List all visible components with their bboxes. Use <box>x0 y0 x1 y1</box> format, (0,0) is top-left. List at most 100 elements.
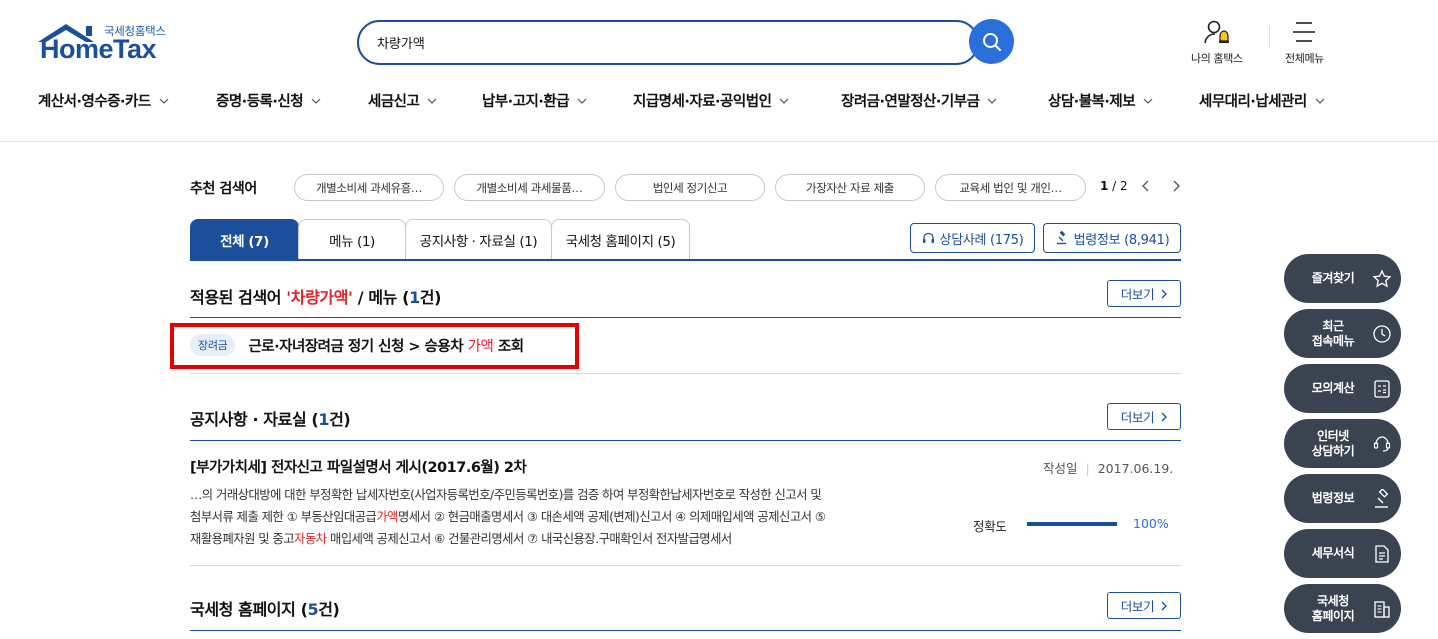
counsel-case-label: 상담사례 (175) <box>939 232 1024 248</box>
homepage-count: 5 <box>307 600 319 619</box>
law-info-label: 법령정보 (8,941) <box>1073 232 1170 248</box>
chevron-down-icon <box>311 98 321 104</box>
recommend-pager: 1 / 2 <box>1100 179 1180 193</box>
quick-label-text: 인터넷 상담하기 <box>1311 428 1355 458</box>
quick-tax-forms[interactable]: 세무서식 <box>1284 529 1401 578</box>
quick-label: 국세청 홈페이지 <box>1302 594 1364 624</box>
quick-label: 법령정보 <box>1311 491 1355 505</box>
recommend-chip[interactable]: 개별소비세 과세물품… <box>454 174 605 201</box>
notice-item-title[interactable]: [부가가치세] 전자신고 파일설명서 게시(2017.6월) 2차 <box>190 456 527 477</box>
gnb-item-payment[interactable]: 납부·고지·환급 <box>482 90 587 111</box>
chevron-right-icon <box>1161 601 1168 610</box>
menu-result-item[interactable]: 장려금 근로·자녀장려금 정기 신청 > 승용차 가액 조회 <box>190 334 524 356</box>
all-menu-button[interactable]: 전체메뉴 <box>1285 18 1324 66</box>
chevron-down-icon <box>159 98 169 104</box>
tab-all[interactable]: 전체 (7) <box>190 219 299 260</box>
search-keyword: '차량가액' <box>286 288 353 307</box>
accuracy-bar <box>1027 522 1117 526</box>
notice-section-title: 공지사항 · 자료실 (1건) <box>190 406 351 430</box>
quick-law-info[interactable]: 법령정보 <box>1284 474 1401 523</box>
quick-online-counsel[interactable]: 인터넷 상담하기 <box>1284 419 1401 468</box>
path-text: 근로·자녀장려금 정기 신청 > 승용차 <box>248 338 468 355</box>
body-text: 명세서 ② 현금매출명세서 ③ 대손세액 공제(변제)신고서 ④ 의제매입세액 … <box>398 510 826 524</box>
user-bell-icon <box>1204 20 1229 44</box>
body-text: 매입세액 공제신고서 ⑥ 건물관리명세서 ⑦ 내국신용장.구매확인서 전자발급명… <box>326 532 732 546</box>
accuracy-label: 정확도 <box>973 519 1007 534</box>
notice-item-meta: 작성일 | 2017.06.19. <box>1043 458 1173 477</box>
menu-section-line <box>190 317 1181 318</box>
meta-separator: | <box>1085 461 1090 476</box>
more-label: 더보기 <box>1120 287 1155 302</box>
recommend-chip[interactable]: 교육세 법인 및 개인… <box>935 174 1086 201</box>
gnb-item-tax-return[interactable]: 세금신고 <box>368 90 437 111</box>
title-suffix: 건) <box>419 288 442 307</box>
chevron-right-icon[interactable] <box>1172 180 1180 192</box>
notice-more-button[interactable]: 더보기 <box>1107 403 1181 430</box>
pager-current: 1 <box>1100 179 1109 193</box>
search-button[interactable] <box>969 19 1014 64</box>
search-input[interactable] <box>377 22 937 63</box>
title-prefix: 국세청 홈페이지 ( <box>190 600 308 619</box>
homepage-section-line <box>190 630 1181 631</box>
notice-count: 1 <box>318 410 330 429</box>
body-line: …의 거래상대방에 대한 부정확한 납세자번호(사업자등록번호/주민등록번호)를… <box>190 488 822 502</box>
menu-result-link[interactable]: 근로·자녀장려금 정기 신청 > 승용차 가액 조회 <box>248 335 524 356</box>
menu-count: 1 <box>409 288 420 307</box>
quick-nts-homepage[interactable]: 국세청 홈페이지 <box>1284 584 1401 633</box>
counsel-case-button[interactable]: 상담사례 (175) <box>910 223 1035 253</box>
chevron-down-icon <box>1143 98 1153 104</box>
tab-notice[interactable]: 공지사항 · 자료실 (1) <box>405 219 552 260</box>
pager-separator: / <box>1108 179 1121 193</box>
tab-homepage[interactable]: 국세청 홈페이지 (5) <box>551 219 690 260</box>
gavel-icon <box>1056 231 1066 245</box>
recommend-title: 추천 검색어 <box>190 181 257 197</box>
gnb-item-agent[interactable]: 세무대리·납세관리 <box>1199 90 1325 111</box>
clock-icon <box>1373 324 1391 343</box>
body-text: 첨부서류 제출 제한 ① 부동산임대공급 <box>190 510 377 524</box>
calculator-icon <box>1374 379 1390 398</box>
law-info-button[interactable]: 법령정보 (8,941) <box>1043 223 1181 253</box>
quick-recent-menu[interactable]: 최근 접속메뉴 <box>1284 309 1401 358</box>
notice-item-body: …의 거래상대방에 대한 부정확한 납세자번호(사업자등록번호/주민등록번호)를… <box>190 484 950 550</box>
gnb-item-invoice[interactable]: 계산서·영수증·카드 <box>38 90 169 111</box>
chevron-right-icon <box>1161 412 1168 421</box>
hamburger-icon <box>1293 22 1316 42</box>
my-hometax-button[interactable]: 나의 홈택스 <box>1191 18 1243 66</box>
recommend-chip[interactable]: 법인세 정기신고 <box>615 174 765 201</box>
path-keyword: 가액 <box>467 338 494 355</box>
quick-label: 인터넷 상담하기 <box>1302 429 1364 459</box>
chevron-left-icon[interactable] <box>1141 180 1150 192</box>
title-middle: / 메뉴 ( <box>352 288 410 307</box>
gnb-item-incentive[interactable]: 장려금·연말정산·기부금 <box>841 90 997 111</box>
gnb-label: 상담·불복·제보 <box>1048 94 1136 110</box>
gnb-item-statement[interactable]: 지급명세·자료·공익법인 <box>633 90 789 111</box>
chevron-down-icon <box>427 98 437 104</box>
logo-title: HomeTax <box>40 34 157 64</box>
notice-section-bottom-line <box>190 565 1181 566</box>
recommend-chip[interactable]: 가장자산 자료 제출 <box>775 174 925 201</box>
quick-simulation[interactable]: 모의계산 <box>1284 364 1401 413</box>
body-keyword: 자동차 <box>294 532 327 546</box>
gnb-label: 장려금·연말정산·기부금 <box>841 94 980 110</box>
gnb-label: 납부·고지·환급 <box>482 94 570 110</box>
body-keyword: 가액 <box>376 510 398 524</box>
header-divider <box>0 141 1438 142</box>
pager-total: 2 <box>1120 179 1128 193</box>
quick-label: 모의계산 <box>1311 381 1355 395</box>
tab-menu[interactable]: 메뉴 (1) <box>298 219 406 260</box>
gnb-item-counsel[interactable]: 상담·불복·제보 <box>1048 90 1153 111</box>
hometax-logo[interactable]: 국세청홈택스 HomeTax <box>36 22 186 66</box>
menu-more-button[interactable]: 더보기 <box>1107 280 1181 307</box>
recommend-chip[interactable]: 개별소비세 과세유흥… <box>294 174 444 201</box>
building-icon <box>1374 600 1390 618</box>
quick-label-text: 국세청 홈페이지 <box>1311 593 1355 623</box>
homepage-more-button[interactable]: 더보기 <box>1107 592 1181 619</box>
chevron-down-icon <box>577 98 587 104</box>
gnb-label: 계산서·영수증·카드 <box>38 94 151 110</box>
quick-label: 세무서식 <box>1311 546 1355 560</box>
accuracy-value: 100% <box>1133 516 1169 531</box>
quick-favorites[interactable]: 즐겨찾기 <box>1284 254 1401 303</box>
title-prefix: 공지사항 · 자료실 ( <box>190 410 319 429</box>
gnb-item-certificate[interactable]: 증명·등록·신청 <box>216 90 321 111</box>
menu-section-title: 적용된 검색어 '차량가액' / 메뉴 (1건) <box>190 284 441 308</box>
